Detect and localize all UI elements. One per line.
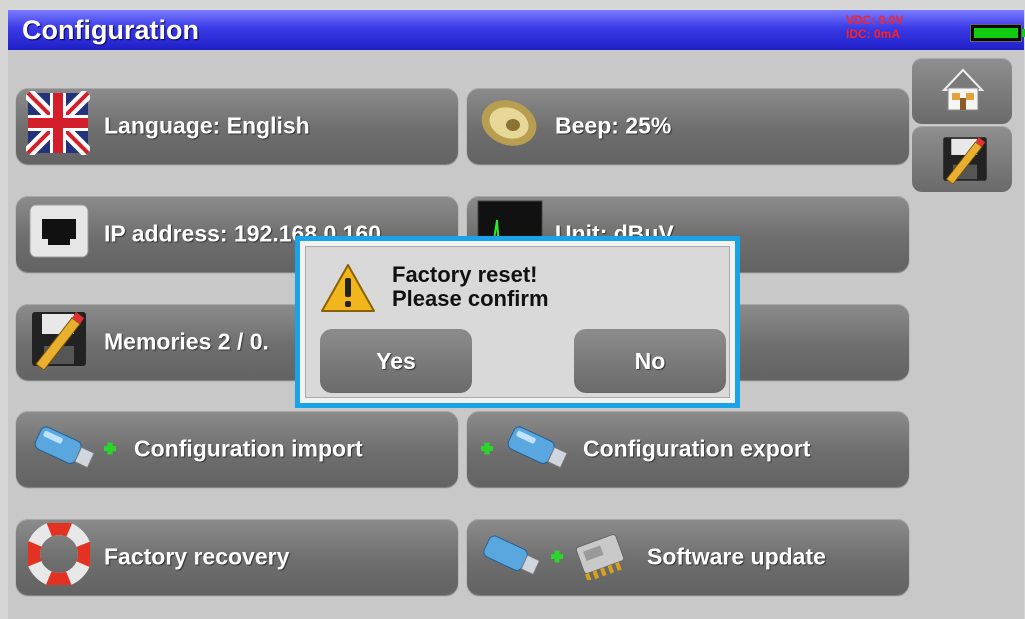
window-title: Configuration — [22, 15, 199, 45]
configuration-export-label: Configuration export — [583, 435, 811, 462]
dialog-body: Factory reset! Please confirm Yes No — [305, 246, 730, 398]
dialog-subtitle: Please confirm — [392, 286, 549, 311]
usb-drive-icon — [503, 418, 573, 480]
configuration-import-button[interactable]: Configuration import — [16, 411, 458, 487]
screen: Configuration VDC: 0.0V IDC: 0mA Languag… — [0, 0, 1025, 619]
arrow-right-icon — [102, 436, 118, 463]
home-icon — [941, 66, 985, 119]
save-edit-icon — [940, 130, 990, 193]
title-bar: Configuration VDC: 0.0V IDC: 0mA — [8, 10, 1025, 50]
beep-label: Beep: 25% — [555, 112, 672, 139]
usb-drive-icon — [479, 526, 545, 588]
factory-reset-dialog: Factory reset! Please confirm Yes No — [295, 236, 740, 408]
save-edit-icon — [28, 308, 90, 376]
factory-recovery-label: Factory recovery — [104, 543, 290, 570]
language-label: Language: English — [104, 112, 310, 139]
arrow-right-icon — [549, 544, 565, 571]
speaker-icon — [479, 93, 543, 159]
vdc-readout: VDC: 0.0V — [846, 13, 904, 27]
configuration-export-button[interactable]: Configuration export — [467, 411, 909, 487]
usb-drive-icon — [30, 418, 100, 480]
power-status: VDC: 0.0V IDC: 0mA — [846, 13, 903, 41]
warning-icon — [320, 263, 376, 318]
beep-button[interactable]: Beep: 25% — [467, 88, 909, 164]
save-settings-button[interactable] — [912, 126, 1012, 192]
dialog-title: Factory reset! — [392, 262, 538, 287]
memories-label: Memories 2 / 0. — [104, 328, 269, 355]
software-update-label: Software update — [647, 543, 826, 570]
chip-icon — [571, 528, 629, 586]
ethernet-port-icon — [28, 203, 90, 265]
no-button[interactable]: No — [574, 329, 726, 393]
arrow-left-icon — [479, 436, 495, 463]
lifebuoy-icon — [26, 521, 92, 591]
software-update-button[interactable]: Software update — [467, 519, 909, 595]
language-button[interactable]: Language: English — [16, 88, 458, 164]
dialog-message: Factory reset! Please confirm — [392, 263, 549, 311]
battery-icon — [970, 24, 1022, 42]
home-button[interactable] — [912, 58, 1012, 124]
uk-flag-icon — [23, 88, 93, 161]
configuration-import-label: Configuration import — [134, 435, 363, 462]
yes-button[interactable]: Yes — [320, 329, 472, 393]
factory-recovery-button[interactable]: Factory recovery — [16, 519, 458, 595]
idc-readout: IDC: 0mA — [846, 27, 901, 41]
